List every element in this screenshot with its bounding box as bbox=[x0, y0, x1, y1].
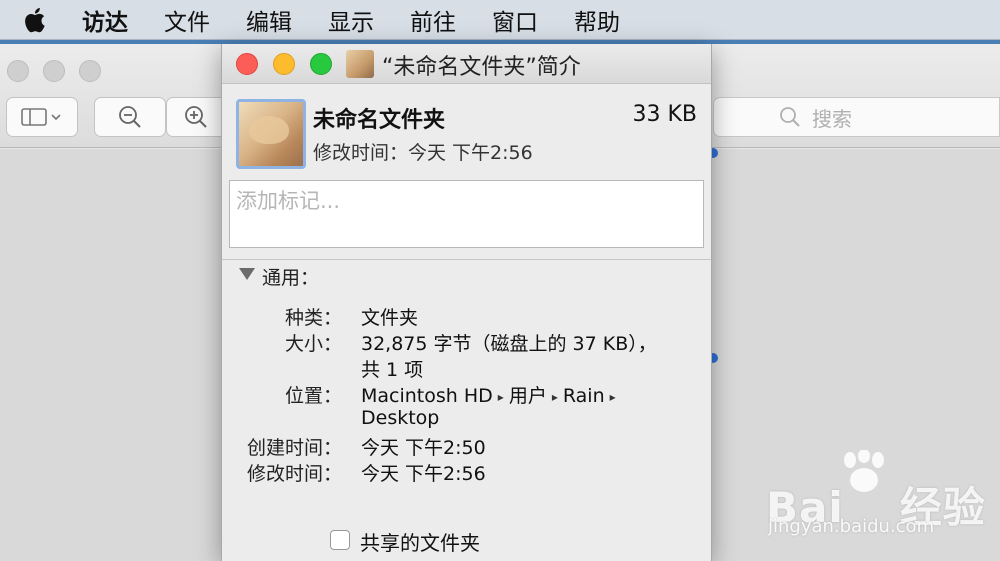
tags-placeholder: 添加标记... bbox=[236, 189, 341, 213]
search-input[interactable]: 搜索 bbox=[713, 97, 1000, 137]
cat-image bbox=[249, 116, 289, 144]
zoom-out-button[interactable] bbox=[94, 97, 166, 137]
general-section-label[interactable]: 通用： bbox=[262, 263, 319, 290]
menu-edit[interactable]: 编辑 bbox=[246, 3, 292, 37]
path-segment[interactable]: Rain bbox=[563, 385, 605, 407]
size-items-value: 共 1 项 bbox=[361, 359, 424, 381]
menu-help[interactable]: 帮助 bbox=[574, 3, 620, 37]
path-arrow-icon: ▸ bbox=[609, 389, 616, 404]
menu-view[interactable]: 显示 bbox=[328, 3, 374, 37]
created-value: 今天 下午2:50 bbox=[361, 437, 486, 459]
apple-logo-icon[interactable] bbox=[24, 6, 48, 34]
modified-value: 今天 下午2:56 bbox=[361, 463, 486, 485]
finder-minimize-button[interactable] bbox=[43, 60, 65, 82]
zoom-button[interactable] bbox=[310, 53, 332, 75]
menu-window[interactable]: 窗口 bbox=[492, 3, 538, 37]
folder-preview-icon[interactable] bbox=[236, 99, 306, 169]
tags-input[interactable]: 添加标记... bbox=[229, 180, 704, 248]
path-segment[interactable]: Macintosh HD bbox=[361, 385, 493, 407]
shared-folder-checkbox[interactable] bbox=[330, 530, 350, 550]
size-label: 大小： bbox=[284, 333, 342, 355]
search-placeholder: 搜索 bbox=[812, 106, 852, 131]
size-value: 32,875 字节（磁盘上的 37 KB）， bbox=[361, 333, 657, 355]
folder-name: 未命名文件夹 bbox=[313, 108, 446, 133]
path-arrow-icon: ▸ bbox=[497, 389, 504, 404]
finder-zoom-button[interactable] bbox=[79, 60, 101, 82]
kind-value: 文件夹 bbox=[361, 307, 419, 329]
modified-label: 修改时间： bbox=[246, 463, 342, 485]
shared-folder-label[interactable]: 共享的文件夹 bbox=[360, 527, 480, 556]
where-path-line2[interactable]: Desktop bbox=[361, 407, 439, 429]
zoom-in-button[interactable] bbox=[166, 97, 226, 137]
folder-size: 33 KB bbox=[632, 102, 697, 127]
kind-label: 种类： bbox=[284, 307, 342, 329]
folder-thumbnail-icon bbox=[346, 50, 374, 78]
close-button[interactable] bbox=[236, 53, 258, 75]
path-segment[interactable]: 用户 bbox=[509, 385, 547, 407]
watermark-url: jingyan.baidu.com bbox=[768, 516, 935, 537]
finder-close-button[interactable] bbox=[7, 60, 29, 82]
created-label: 创建时间： bbox=[246, 437, 342, 459]
menu-finder[interactable]: 访达 bbox=[82, 3, 128, 37]
sidebar-toggle-button[interactable] bbox=[6, 97, 78, 137]
minimize-button[interactable] bbox=[273, 53, 295, 75]
zoom-in-icon bbox=[185, 106, 207, 128]
window-title: “未命名文件夹”简介 bbox=[382, 55, 581, 80]
where-label: 位置： bbox=[284, 385, 342, 407]
menu-file[interactable]: 文件 bbox=[164, 3, 210, 37]
menu-go[interactable]: 前往 bbox=[410, 3, 456, 37]
baidu-watermark: Bai 经验 jingyan.baidu.com bbox=[760, 450, 990, 550]
search-icon bbox=[780, 107, 800, 127]
folder-modified: 修改时间：今天 下午2:56 bbox=[313, 142, 533, 164]
info-titlebar: “未命名文件夹”简介 bbox=[222, 44, 711, 84]
get-info-window: “未命名文件夹”简介 未命名文件夹 33 KB 修改时间：今天 下午2:56 添… bbox=[221, 44, 712, 561]
menu-bar: 访达 文件 编辑 显示 前往 窗口 帮助 bbox=[0, 0, 1000, 40]
disclosure-triangle-icon[interactable] bbox=[239, 268, 255, 280]
sidebar-icon bbox=[21, 108, 61, 126]
path-arrow-icon: ▸ bbox=[551, 389, 558, 404]
zoom-out-icon bbox=[119, 106, 141, 128]
divider bbox=[222, 259, 711, 260]
where-path: Macintosh HD ▸ 用户 ▸ Rain ▸ bbox=[361, 381, 621, 408]
